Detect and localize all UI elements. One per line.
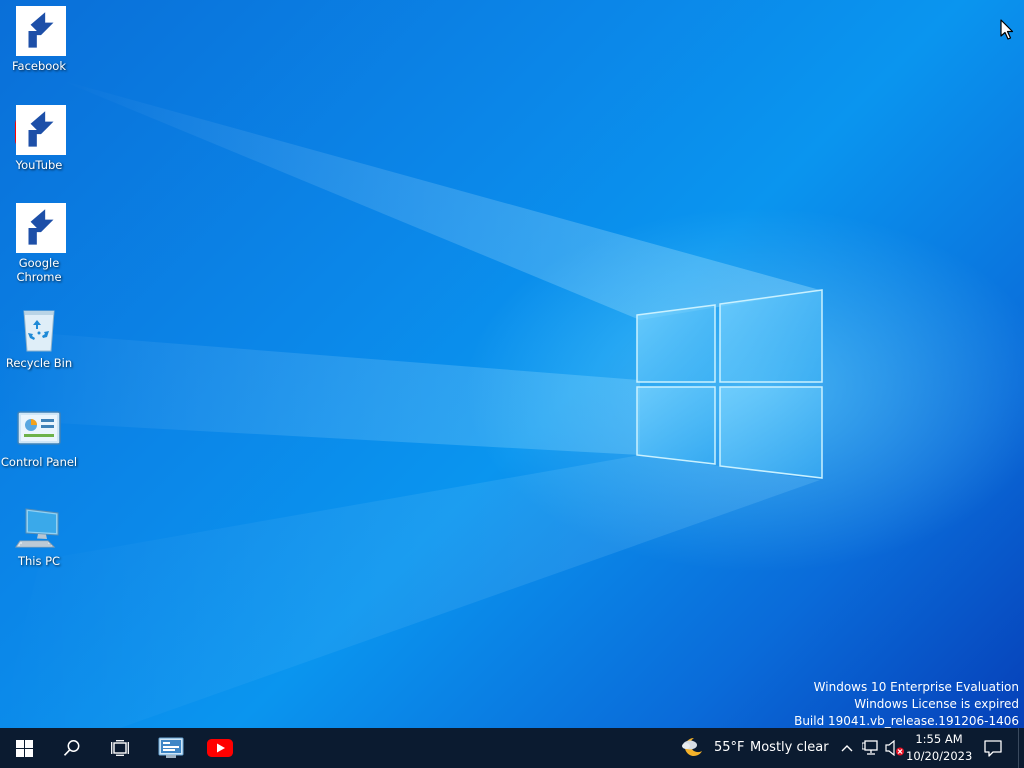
show-desktop-button[interactable] (1018, 728, 1024, 768)
watermark-license: Windows License is expired (854, 697, 1019, 711)
taskbar-app-youtube[interactable] (197, 728, 243, 768)
clock-date: 10/20/2023 (906, 749, 973, 763)
desktop-icon-label: Google Chrome (16, 256, 62, 284)
shortcut-arrow-icon (16, 6, 66, 56)
desktop-icon-label: Control Panel (0, 455, 78, 469)
network-button[interactable] (860, 728, 882, 768)
start-button[interactable] (0, 728, 48, 768)
task-view-icon (111, 740, 129, 756)
mouse-cursor-icon (1000, 19, 1014, 40)
weather-widget[interactable]: 55°F Mostly clear (676, 728, 834, 768)
desktop-icon-label: Recycle Bin (5, 356, 73, 370)
desktop-icon-label: YouTube (15, 158, 63, 172)
recycle-bin-icon (23, 310, 55, 352)
taskbar-app-control-panel[interactable] (148, 728, 194, 768)
desktop-icon-control-panel[interactable]: Control Panel (0, 404, 78, 469)
chevron-up-icon (841, 745, 853, 752)
clock-time: 1:55 AM (915, 732, 963, 746)
weather-condition: Mostly clear (750, 740, 829, 755)
desktop-icon-label: This PC (17, 554, 61, 568)
watermark-edition: Windows 10 Enterprise Evaluation (813, 680, 1019, 694)
desktop-icon-google-chrome[interactable]: Google Chrome (0, 203, 78, 284)
wallpaper-windows-logo (636, 289, 823, 479)
task-view-button[interactable] (96, 728, 144, 768)
taskbar-clock[interactable]: 1:55 AM 10/20/2023 (906, 731, 972, 765)
youtube-app-icon (207, 739, 233, 757)
action-center-button[interactable] (976, 728, 1010, 768)
windows-evaluation-watermark: Windows 10 Enterprise Evaluation Windows… (794, 679, 1019, 728)
shortcut-arrow-icon (16, 105, 66, 155)
control-panel-app-icon (158, 737, 184, 758)
desktop-icon-label: Facebook (11, 59, 67, 73)
desktop-icon-facebook[interactable]: Facebook (0, 6, 78, 73)
search-icon (63, 740, 80, 756)
volume-button[interactable] (884, 728, 906, 768)
windows-logo-icon (15, 739, 33, 757)
watermark-build: Build 19041.vb_release.191206-1406 (794, 714, 1019, 728)
volume-muted-icon (885, 740, 904, 756)
taskbar: 55°F Mostly clear 1:55 AM 10/20/2023 (0, 728, 1024, 768)
desktop-icon-youtube[interactable]: YouTube (0, 105, 78, 172)
action-center-icon (984, 739, 1002, 757)
moon-cloud-icon (682, 737, 702, 756)
desktop-icon-recycle-bin[interactable]: Recycle Bin (0, 305, 78, 370)
desktop-icon-this-pc[interactable]: This PC (0, 503, 78, 568)
computer-icon (15, 508, 59, 548)
shortcut-arrow-icon (16, 203, 66, 253)
weather-temperature: 55°F (714, 740, 745, 755)
desktop[interactable]: Facebook YouTube Google Chrome Recycle B… (0, 0, 1024, 728)
search-button[interactable] (48, 728, 96, 768)
show-hidden-icons-button[interactable] (837, 728, 857, 768)
network-icon (862, 740, 878, 755)
control-panel-icon (17, 411, 61, 445)
